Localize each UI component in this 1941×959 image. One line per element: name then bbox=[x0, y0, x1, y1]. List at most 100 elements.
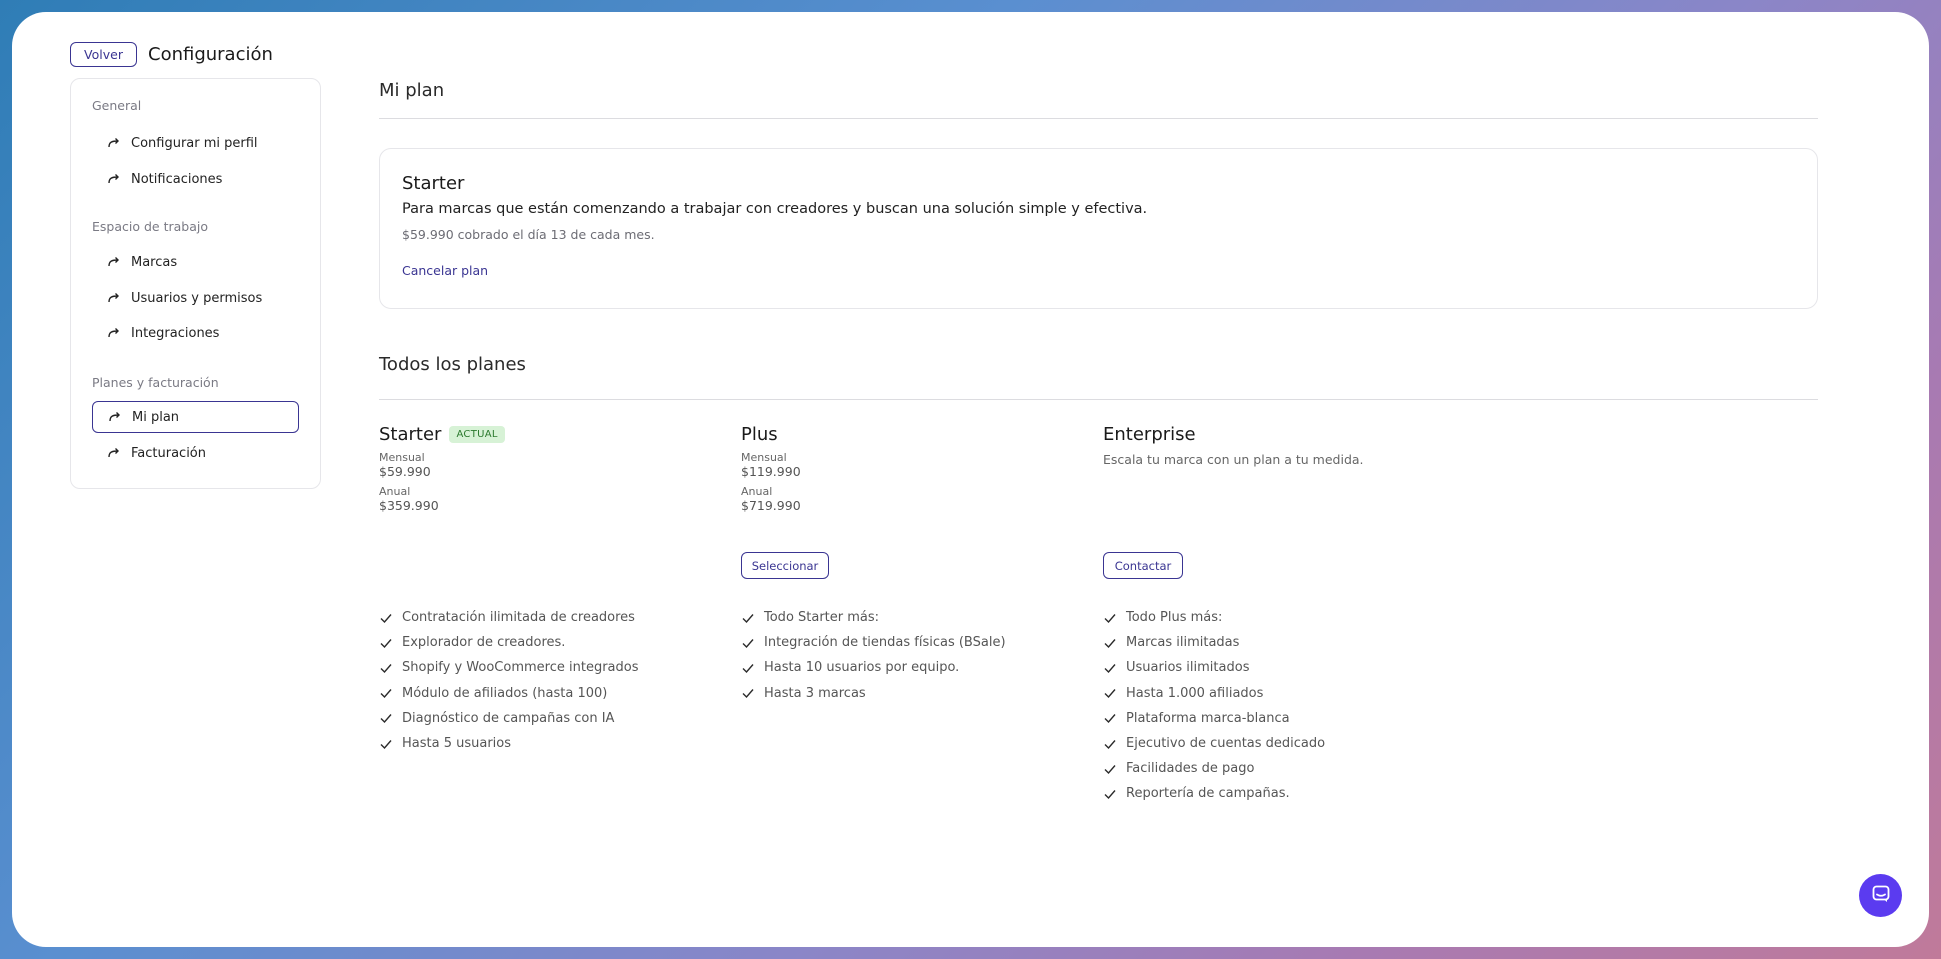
check-icon bbox=[1103, 711, 1117, 725]
monthly-label: Mensual bbox=[741, 451, 787, 464]
check-icon bbox=[741, 661, 755, 675]
check-icon bbox=[1103, 686, 1117, 700]
check-icon bbox=[741, 611, 755, 625]
plan-name: Plus bbox=[741, 423, 778, 445]
chat-icon bbox=[1871, 884, 1891, 908]
redo-arrow-icon bbox=[107, 136, 121, 150]
plan-name: Starter bbox=[379, 423, 442, 445]
feature-text: Shopify y WooCommerce integrados bbox=[402, 660, 639, 676]
monthly-price: $59.990 bbox=[379, 464, 431, 479]
plan-plus: Plus Mensual $119.990 Anual $719.990 bbox=[741, 422, 1081, 514]
feature-text: Todo Starter más: bbox=[764, 610, 880, 626]
back-button[interactable]: Volver bbox=[70, 42, 137, 67]
feature-text: Reportería de campañas. bbox=[1126, 786, 1290, 802]
list-item: Reportería de campañas. bbox=[1103, 781, 1325, 806]
list-item: Shopify y WooCommerce integrados bbox=[379, 655, 639, 680]
feature-text: Explorador de creadores. bbox=[402, 635, 566, 651]
feature-text: Integración de tiendas físicas (BSale) bbox=[764, 635, 1006, 651]
redo-arrow-icon bbox=[107, 291, 121, 305]
feature-text: Marcas ilimitadas bbox=[1126, 635, 1240, 651]
list-item: Ejecutivo de cuentas dedicado bbox=[1103, 731, 1325, 756]
list-item: Plataforma marca-blanca bbox=[1103, 706, 1325, 731]
select-plan-button[interactable]: Seleccionar bbox=[741, 552, 829, 579]
check-icon bbox=[1103, 737, 1117, 751]
list-item: Módulo de afiliados (hasta 100) bbox=[379, 681, 639, 706]
my-plan-title: Mi plan bbox=[379, 80, 445, 101]
all-plans-title: Todos los planes bbox=[379, 354, 526, 375]
annual-price: $719.990 bbox=[741, 498, 801, 513]
sidebar-item-invoicing[interactable]: Facturación bbox=[92, 437, 299, 469]
plan-starter: Starter ACTUAL Mensual $59.990 Anual $35… bbox=[379, 422, 719, 513]
annual-label: Anual bbox=[379, 485, 411, 498]
feature-text: Hasta 10 usuarios por equipo. bbox=[764, 660, 960, 676]
list-item: Hasta 3 marcas bbox=[741, 681, 1006, 706]
monthly-price: $119.990 bbox=[741, 464, 801, 479]
list-item: Integración de tiendas físicas (BSale) bbox=[741, 630, 1006, 655]
billing-note: $59.990 cobrado el día 13 de cada mes. bbox=[402, 227, 655, 242]
check-icon bbox=[1103, 636, 1117, 650]
feature-text: Usuarios ilimitados bbox=[1126, 660, 1250, 676]
enterprise-features: Todo Plus más: Marcas ilimitadas Usuario… bbox=[1103, 605, 1325, 807]
feature-text: Hasta 1.000 afiliados bbox=[1126, 685, 1264, 701]
sidebar-item-label: Configurar mi perfil bbox=[131, 135, 258, 151]
plan-name: Enterprise bbox=[1103, 423, 1196, 445]
page-title: Configuración bbox=[148, 44, 273, 65]
annual-price: $359.990 bbox=[379, 498, 439, 513]
annual-label: Anual bbox=[741, 485, 773, 498]
list-item: Marcas ilimitadas bbox=[1103, 630, 1325, 655]
settings-sidebar: General Configurar mi perfil Notificacio… bbox=[70, 78, 321, 489]
check-icon bbox=[741, 636, 755, 650]
sidebar-item-my-plan[interactable]: Mi plan bbox=[92, 401, 299, 433]
check-icon bbox=[379, 636, 393, 650]
feature-text: Hasta 3 marcas bbox=[764, 685, 866, 701]
check-icon bbox=[379, 686, 393, 700]
redo-arrow-icon bbox=[107, 446, 121, 460]
list-item: Hasta 1.000 afiliados bbox=[1103, 681, 1325, 706]
divider bbox=[379, 118, 1818, 119]
sidebar-item-profile[interactable]: Configurar mi perfil bbox=[92, 127, 299, 159]
current-plan-description: Para marcas que están comenzando a traba… bbox=[402, 201, 1148, 217]
list-item: Todo Plus más: bbox=[1103, 605, 1325, 630]
plan-enterprise: Enterprise Escala tu marca con un plan a… bbox=[1103, 422, 1443, 468]
redo-arrow-icon bbox=[107, 326, 121, 340]
list-item: Todo Starter más: bbox=[741, 605, 1006, 630]
redo-arrow-icon bbox=[108, 410, 122, 424]
contact-button[interactable]: Contactar bbox=[1103, 552, 1183, 579]
redo-arrow-icon bbox=[107, 172, 121, 186]
sidebar-item-brands[interactable]: Marcas bbox=[92, 246, 299, 278]
current-plan-name: Starter bbox=[402, 173, 465, 194]
sidebar-item-label: Marcas bbox=[131, 254, 178, 270]
starter-features: Contratación ilimitada de creadores Expl… bbox=[379, 605, 639, 756]
sidebar-section-billing: Planes y facturación bbox=[92, 375, 219, 390]
check-icon bbox=[741, 686, 755, 700]
sidebar-item-label: Facturación bbox=[131, 445, 206, 461]
current-badge: ACTUAL bbox=[449, 425, 505, 443]
sidebar-item-notifications[interactable]: Notificaciones bbox=[92, 163, 299, 195]
feature-text: Contratación ilimitada de creadores bbox=[402, 610, 635, 626]
list-item: Facilidades de pago bbox=[1103, 756, 1325, 781]
main-content: Mi plan Starter Para marcas que están co… bbox=[379, 12, 1819, 947]
monthly-label: Mensual bbox=[379, 451, 425, 464]
plan-description: Escala tu marca con un plan a tu medida. bbox=[1103, 452, 1364, 467]
list-item: Hasta 10 usuarios por equipo. bbox=[741, 655, 1006, 680]
sidebar-item-label: Notificaciones bbox=[131, 171, 223, 187]
list-item: Hasta 5 usuarios bbox=[379, 731, 639, 756]
sidebar-item-users[interactable]: Usuarios y permisos bbox=[92, 282, 299, 314]
check-icon bbox=[379, 711, 393, 725]
feature-text: Plataforma marca-blanca bbox=[1126, 710, 1290, 726]
sidebar-item-integrations[interactable]: Integraciones bbox=[92, 317, 299, 349]
cancel-plan-link[interactable]: Cancelar plan bbox=[402, 263, 488, 278]
list-item: Usuarios ilimitados bbox=[1103, 655, 1325, 680]
sidebar-section-workspace: Espacio de trabajo bbox=[92, 219, 208, 234]
feature-text: Hasta 5 usuarios bbox=[402, 736, 512, 752]
feature-text: Diagnóstico de campañas con IA bbox=[402, 710, 615, 726]
chat-launcher-button[interactable] bbox=[1859, 874, 1902, 917]
list-item: Diagnóstico de campañas con IA bbox=[379, 706, 639, 731]
app-window: Volver Configuración General Configurar … bbox=[12, 12, 1929, 947]
sidebar-item-label: Integraciones bbox=[131, 325, 220, 341]
sidebar-item-label: Mi plan bbox=[132, 409, 180, 425]
check-icon bbox=[379, 611, 393, 625]
sidebar-item-label: Usuarios y permisos bbox=[131, 290, 263, 306]
check-icon bbox=[1103, 611, 1117, 625]
list-item: Contratación ilimitada de creadores bbox=[379, 605, 639, 630]
